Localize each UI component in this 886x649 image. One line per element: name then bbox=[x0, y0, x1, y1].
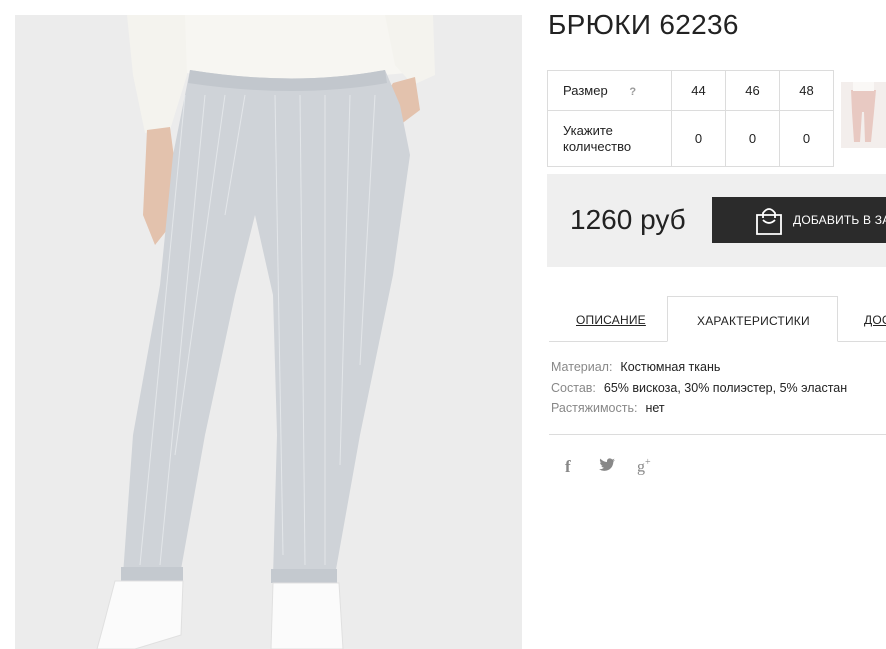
price: 1260 руб bbox=[570, 204, 686, 235]
tab-characteristics[interactable]: ХАРАКТЕРИСТИКИ bbox=[667, 296, 838, 342]
add-to-order-label: ДОБАВИТЬ В ЗАКАЗ bbox=[793, 213, 886, 227]
char-value: Костюмная ткань bbox=[620, 360, 721, 374]
quantity-input-44[interactable]: 0 bbox=[671, 110, 726, 167]
quantity-label-line1: Укажите bbox=[563, 122, 613, 138]
product-photo[interactable] bbox=[15, 15, 522, 649]
char-key: Материал: bbox=[551, 360, 613, 374]
size-quantity-table: Размер ? 44 46 48 Укажите количество 0 0… bbox=[547, 70, 834, 167]
size-46: 46 bbox=[725, 70, 780, 111]
tab-delivery[interactable]: ДОСТАВКА bbox=[838, 296, 886, 341]
price-box: 1260 руб ДОБАВИТЬ В ЗАКАЗ bbox=[547, 174, 886, 267]
facebook-icon[interactable]: f bbox=[565, 457, 571, 477]
char-value: 65% вискоза, 30% полиэстер, 5% эластан bbox=[603, 380, 848, 395]
thumbnail-image bbox=[841, 82, 886, 148]
quantity-input-48[interactable]: 0 bbox=[779, 110, 834, 167]
characteristics-list: Материал: Костюмная ткань Состав: 65% виск… bbox=[551, 360, 847, 422]
twitter-icon[interactable] bbox=[599, 458, 615, 475]
size-label-cell: Размер ? bbox=[547, 70, 672, 111]
tab-description[interactable]: ОПИСАНИЕ bbox=[549, 296, 667, 341]
product-thumbnail[interactable] bbox=[841, 82, 886, 148]
char-row-stretch: Растяжимость: нет bbox=[551, 401, 847, 422]
size-48: 48 bbox=[779, 70, 834, 111]
char-value: нет bbox=[645, 401, 665, 415]
quantity-label-cell: Укажите количество bbox=[547, 110, 672, 167]
size-label: Размер bbox=[563, 83, 608, 98]
product-tabs: ОПИСАНИЕ ХАРАКТЕРИСТИКИ ДОСТАВКА bbox=[549, 296, 886, 342]
add-to-order-button[interactable]: ДОБАВИТЬ В ЗАКАЗ bbox=[712, 197, 886, 243]
char-row-material: Материал: Костюмная ткань bbox=[551, 360, 847, 381]
google-plus-icon[interactable]: g+ bbox=[637, 457, 651, 476]
char-key: Состав: bbox=[551, 380, 596, 395]
twitter-bird-glyph bbox=[599, 458, 615, 471]
size-row: Размер ? 44 46 48 bbox=[547, 70, 834, 111]
tab-characteristics-label: ХАРАКТЕРИСТИКИ bbox=[697, 314, 810, 328]
size-help-icon[interactable]: ? bbox=[629, 86, 636, 98]
quantity-input-46[interactable]: 0 bbox=[725, 110, 780, 167]
char-key: Растяжимость: bbox=[551, 401, 638, 415]
char-row-composition: Состав: 65% вискоза, 30% полиэстер, 5% эл… bbox=[551, 381, 847, 402]
google-plus-sign: + bbox=[645, 457, 651, 468]
pants-illustration bbox=[15, 15, 522, 649]
content-divider bbox=[549, 434, 886, 435]
quantity-label-line2: количество bbox=[563, 138, 632, 154]
tab-description-label: ОПИСАНИЕ bbox=[576, 313, 646, 327]
google-plus-g: g bbox=[637, 458, 645, 476]
size-44: 44 bbox=[671, 70, 726, 111]
tab-delivery-label: ДОСТАВКА bbox=[864, 313, 886, 327]
shopping-bag-icon bbox=[756, 208, 782, 235]
product-title: БРЮКИ 62236 bbox=[548, 9, 739, 40]
quantity-row: Укажите количество 0 0 0 bbox=[547, 110, 834, 167]
